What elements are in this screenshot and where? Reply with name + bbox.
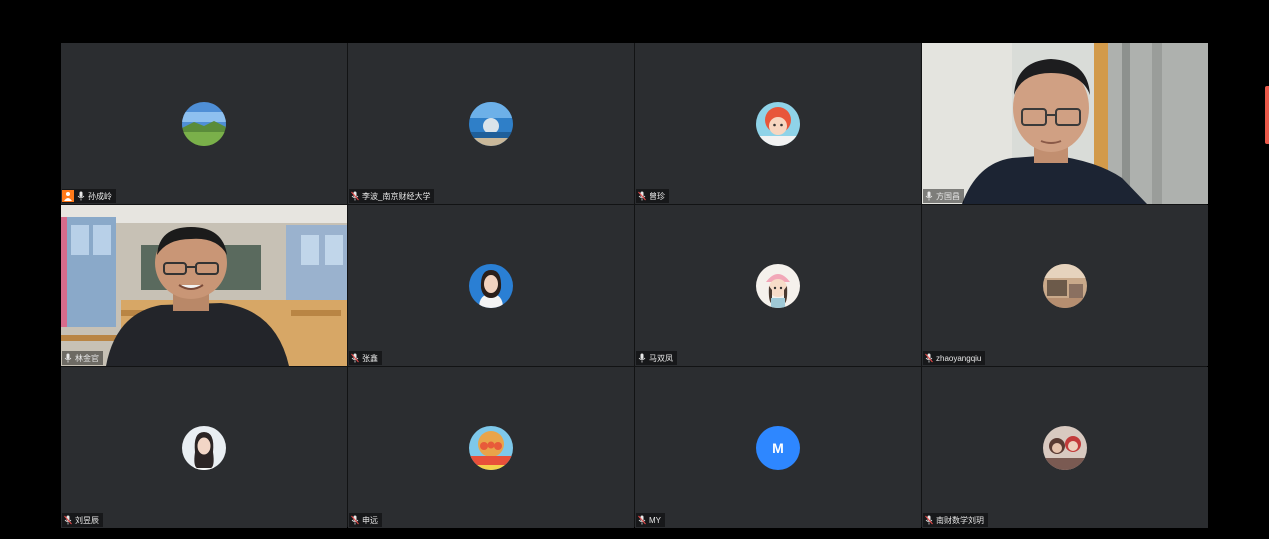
participant-video	[61, 205, 347, 366]
participant-name-bar: 方国昌	[923, 189, 964, 203]
video-grid: 孙成岭 李波_南京财经大学 曾珍 方国昌 林金官 张鑫 马双凤 zhaoyang…	[61, 43, 1208, 528]
participant-name: 刘昱辰	[75, 515, 99, 525]
participant-name: 曾珍	[649, 191, 665, 201]
participant-name-bar: 申远	[349, 513, 382, 527]
participant-name: 马双凤	[649, 353, 673, 363]
participant-name-bar: 林金官	[62, 351, 103, 365]
participant-tile[interactable]: 方国昌	[922, 43, 1208, 204]
microphone-muted-icon	[638, 515, 646, 525]
microphone-icon	[638, 353, 646, 363]
participant-name: 林金官	[75, 353, 99, 363]
microphone-muted-icon	[351, 191, 359, 201]
participant-tile[interactable]: 曾珍	[635, 43, 921, 204]
cartoon-anpanman-avatar	[469, 425, 513, 470]
participant-tile[interactable]: 林金官	[61, 205, 347, 366]
participant-tile[interactable]: 孙成岭	[61, 43, 347, 204]
participant-tile[interactable]: zhaoyangqiu	[922, 205, 1208, 366]
participant-name-bar: 刘昱辰	[62, 513, 103, 527]
cartoon-girl-avatar	[756, 101, 800, 146]
microphone-muted-icon	[638, 191, 646, 201]
seascape-avatar	[469, 101, 513, 146]
microphone-icon	[77, 191, 85, 201]
participant-tile[interactable]: M MY	[635, 367, 921, 528]
cartoon-pink-hat-avatar	[756, 263, 800, 308]
photo-avatar	[1043, 263, 1087, 308]
host-icon	[62, 190, 74, 202]
participant-tile[interactable]: 马双凤	[635, 205, 921, 366]
microphone-muted-icon	[925, 353, 933, 363]
participant-name: 李波_南京财经大学	[362, 191, 431, 201]
participant-tile[interactable]: 李波_南京财经大学	[348, 43, 634, 204]
participant-name-bar: 孙成岭	[62, 189, 116, 203]
participant-name-bar: 南财数学刘玥	[923, 513, 988, 527]
participant-name: MY	[649, 515, 661, 525]
participant-name: 方国昌	[936, 191, 960, 201]
woman-portrait-avatar	[182, 425, 226, 470]
group-photo-avatar	[1043, 425, 1087, 470]
participant-name: 南财数学刘玥	[936, 515, 984, 525]
participant-video	[922, 43, 1208, 204]
participant-tile[interactable]: 申远	[348, 367, 634, 528]
participant-name: 孙成岭	[88, 191, 112, 201]
microphone-muted-icon	[351, 353, 359, 363]
side-panel-tab[interactable]	[1265, 86, 1269, 144]
microphone-muted-icon	[64, 515, 72, 525]
microphone-muted-icon	[351, 515, 359, 525]
participant-tile[interactable]: 刘昱辰	[61, 367, 347, 528]
microphone-icon	[925, 191, 933, 201]
participant-tile[interactable]: 张鑫	[348, 205, 634, 366]
woman-portrait-avatar	[469, 263, 513, 308]
participant-name: 申远	[362, 515, 378, 525]
participant-name-bar: MY	[636, 513, 665, 527]
participant-name-bar: 马双凤	[636, 351, 677, 365]
microphone-muted-icon	[925, 515, 933, 525]
letter-avatar: M	[756, 425, 800, 470]
microphone-icon	[64, 353, 72, 363]
participant-name-bar: 曾珍	[636, 189, 669, 203]
participant-name-bar: 李波_南京财经大学	[349, 189, 435, 203]
participant-name: 张鑫	[362, 353, 378, 363]
participant-tile[interactable]: 南财数学刘玥	[922, 367, 1208, 528]
participant-name: zhaoyangqiu	[936, 353, 982, 363]
participant-name-bar: zhaoyangqiu	[923, 351, 986, 365]
participant-name-bar: 张鑫	[349, 351, 382, 365]
landscape-avatar	[182, 101, 226, 146]
